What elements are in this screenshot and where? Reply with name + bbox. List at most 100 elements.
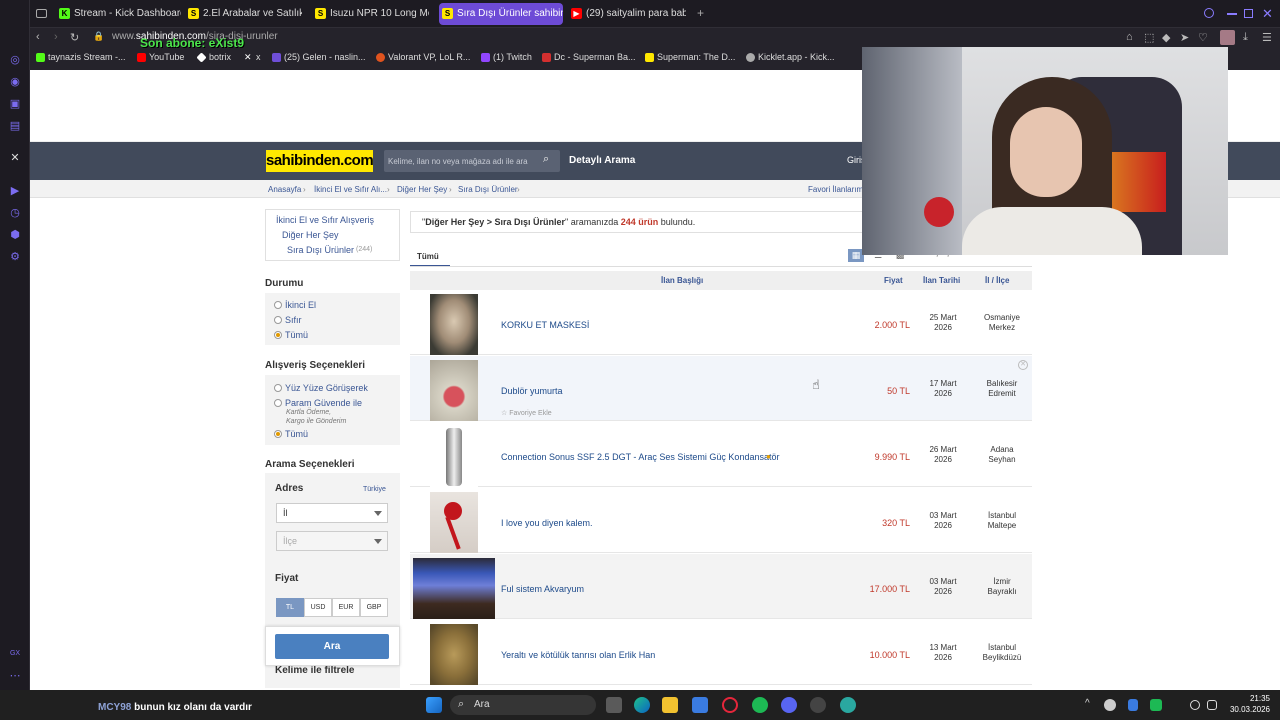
favorite-listings-link[interactable]: Favori İlanlarım [808,185,863,194]
ara-button[interactable]: Ara [275,634,389,659]
start-icon[interactable] [426,697,442,713]
breadcrumb-home[interactable]: Anasayfa [268,185,301,194]
taskview-icon[interactable] [606,697,622,713]
table-row[interactable]: I love you diyen kalem. 320 TL 03 Mart 20… [410,488,1032,553]
x-icon[interactable]: ✕ [9,152,21,164]
radio-yuz-yuze[interactable]: Yüz Yüze Görüşerek [274,383,368,393]
table-row[interactable]: Yeraltı ve kötülük tanrısı olan Erlik Ha… [410,620,1032,685]
adres-country[interactable]: Türkiye [363,486,386,493]
currency-eur[interactable]: EUR [332,598,360,617]
col-title[interactable]: İlan Başlığı [661,276,703,285]
player-icon[interactable]: ▶ [9,185,21,197]
detailed-search-link[interactable]: Detaylı Arama [569,155,635,166]
breadcrumb-ikinci-el[interactable]: İkinci El ve Sıfır Alı... [314,185,387,194]
taskbar-clock[interactable]: 21:35 30.03.2026 [1224,693,1270,715]
settings-icon[interactable]: ⚙ [9,251,21,263]
bookmark-superman-ba[interactable]: Dc - Superman Ba... [542,52,636,62]
currency-gbp[interactable]: GBP [360,598,388,617]
gx-icon[interactable]: GX [9,648,21,660]
edge-icon[interactable] [634,697,650,713]
table-row[interactable]: KORKU ET MASKESİ 2.000 TL 25 Mart 2026 Os… [410,290,1032,355]
radio-param-guvende[interactable]: Param Güvende ile [274,398,362,408]
opera-gx-icon[interactable] [722,697,738,713]
spotify-icon[interactable] [752,697,768,713]
menu-icon[interactable]: ☰ [1262,31,1272,44]
bookmark-gelen[interactable]: (25) Gelen - naslin... [272,52,366,62]
send-icon[interactable]: ➤ [1180,31,1189,44]
reload-icon[interactable]: ↻ [70,31,79,44]
tab-youtube[interactable]: ▶ (29) saityalim para babasi [568,3,686,25]
bookmark-x[interactable]: ✕ x [244,52,261,62]
listing-thumbnail[interactable] [430,360,478,421]
search-tabs-icon[interactable] [1204,8,1214,18]
tray-app-icon[interactable] [1104,699,1116,711]
listing-title[interactable]: Yeraltı ve kötülük tanrısı olan Erlik Ha… [501,650,655,660]
forward-icon[interactable]: › [54,31,58,43]
whatsapp-icon[interactable]: ◉ [9,76,21,88]
currency-usd[interactable]: USD [304,598,332,617]
breadcrumb-sira-disi[interactable]: Sıra Dışı Ürünler [458,185,518,194]
col-price[interactable]: Fiyat [884,276,903,285]
discord-icon[interactable] [781,697,797,713]
more-icon[interactable]: ⋯ [9,670,21,682]
messenger-icon[interactable]: ◎ [9,54,21,66]
bookmark-twitch[interactable]: (1) Twitch [481,52,532,62]
listing-title[interactable]: Connection Sonus SSF 2.5 DGT - Araç Ses … [501,452,779,462]
extensions-icon[interactable]: ⬢ [9,229,21,241]
profile-avatar[interactable] [1220,30,1235,45]
store-icon[interactable] [692,697,708,713]
close-icon[interactable]: ✕ [1018,360,1028,370]
taskbar-search[interactable]: ⌕ Ara [450,695,596,715]
bluetooth-icon[interactable] [1128,699,1138,711]
back-icon[interactable]: ‹ [36,31,40,43]
app-icon[interactable] [840,697,856,713]
radio-durum-tumu[interactable]: Tümü [274,330,308,340]
table-row[interactable]: Connection Sonus SSF 2.5 DGT - Araç Ses … [410,422,1032,487]
category-sira-disi[interactable]: Sıra Dışı Ürünler [287,245,354,255]
listing-title[interactable]: Ful sistem Akvaryum [501,584,584,594]
close-window-icon[interactable]: ✕ [1262,6,1273,22]
listing-thumbnail[interactable] [430,426,478,487]
obs-icon[interactable] [810,697,826,713]
tab-isuzu[interactable]: S Isuzu NPR 10 Long Model [312,3,429,25]
listing-thumbnail[interactable] [430,294,478,355]
volume-icon[interactable] [1207,700,1217,710]
ilce-select[interactable]: İlçe [276,531,388,551]
add-favorite[interactable]: ☆ Favoriye Ekle [501,409,552,417]
tab-sira-disi-urunler[interactable]: S Sıra Dışı Ürünler sahibinden [439,3,563,25]
bookmark-botrix[interactable]: botrix [196,52,231,63]
listing-thumbnail[interactable] [413,558,495,619]
table-row[interactable]: Ful sistem Akvaryum 17.000 TL 03 Mart 202… [410,554,1032,619]
currency-tl[interactable]: TL [276,598,304,617]
tab-kick-dashboard[interactable]: K Stream - Kick Dashboard [56,3,181,25]
pin-icon[interactable]: ⌂ [1126,31,1133,43]
col-date[interactable]: İlan Tarihi [923,276,960,285]
bookmark-superman-d[interactable]: Superman: The D... [645,52,735,62]
bookmark-kicklet[interactable]: Kicklet.app - Kick... [746,52,835,62]
history-icon[interactable]: ◷ [9,207,21,219]
bookmark-valorant[interactable]: Valorant VP, LoL R... [376,52,470,62]
instagram-icon[interactable]: ▣ [9,98,21,110]
explorer-icon[interactable] [662,697,678,713]
listing-title[interactable]: KORKU ET MASKESİ [501,320,589,330]
snapshot-icon[interactable]: ⬚ [1144,31,1154,44]
vk-icon[interactable]: ▤ [9,120,21,132]
tray-app2-icon[interactable] [1150,699,1162,711]
category-ikinci-el[interactable]: İkinci El ve Sıfır Alışveriş [276,215,374,225]
category-diger[interactable]: Diğer Her Şey [282,230,339,240]
shield-icon[interactable]: ◆ [1162,31,1170,44]
listing-thumbnail[interactable] [430,624,478,685]
tab-arabalar[interactable]: S 2.El Arabalar ve Satılık Sıfır [185,3,302,25]
maximize-icon[interactable] [1244,9,1253,18]
radio-sifir[interactable]: Sıfır [274,315,302,325]
site-logo[interactable]: sahibinden.com [266,150,374,172]
bookmark-youtube[interactable]: YouTube [137,52,184,62]
il-select[interactable]: İl [276,503,388,523]
radio-alisveris-tumu[interactable]: Tümü [274,429,308,439]
listing-title[interactable]: I love you diyen kalem. [501,518,593,528]
new-tab-icon[interactable]: + [697,7,704,19]
listing-title[interactable]: Dublör yumurta [501,386,563,396]
tab-all[interactable]: Tümü [410,245,450,267]
breadcrumb-diger[interactable]: Diğer Her Şey [397,185,447,194]
listing-thumbnail[interactable] [430,492,478,553]
